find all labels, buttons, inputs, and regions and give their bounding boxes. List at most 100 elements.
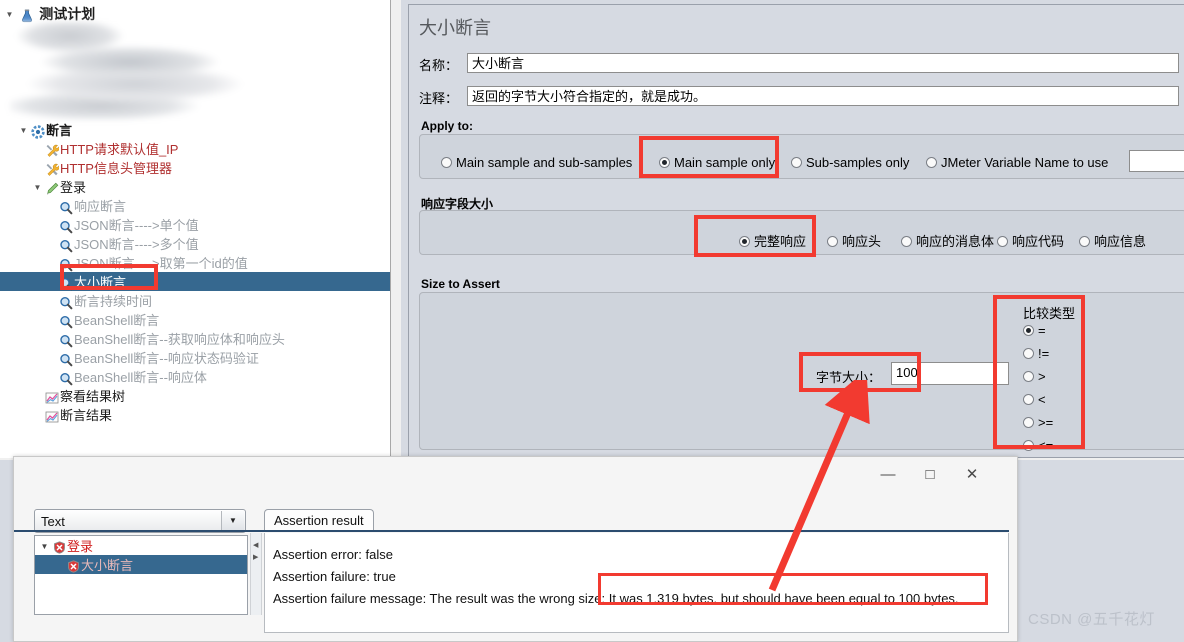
radio-compare-eq[interactable]: = — [1023, 323, 1113, 338]
radio-icon[interactable] — [1079, 236, 1090, 247]
twisty-expanded-icon[interactable]: ▼ — [38, 537, 51, 556]
radio-icon[interactable] — [926, 157, 937, 168]
tree-item-duration-assertion[interactable]: 断言持续时间 — [0, 291, 390, 310]
compare-type-option-list[interactable]: = != > < >= <= — [1023, 323, 1113, 461]
tree-item-size-assertion[interactable]: 大小断言 — [0, 272, 390, 291]
window-titlebar: — □ ✕ — [857, 457, 1017, 493]
tree-item-label: 断言持续时间 — [74, 294, 153, 310]
radio-icon[interactable] — [1023, 417, 1034, 428]
panel-splitter[interactable]: ◀ ▶ — [250, 533, 262, 615]
tree-item-content: BeanShell断言--获取响应体和响应头 — [46, 331, 285, 347]
radio-label: Main sample and sub-samples — [456, 155, 633, 170]
size-to-assert-title: Size to Assert — [421, 277, 500, 291]
radio-response-headers[interactable]: 响应头 — [827, 231, 881, 250]
tree-item-view-results-tree[interactable]: 察看结果树 — [0, 386, 390, 405]
radio-icon[interactable] — [791, 157, 802, 168]
result-tabstrip[interactable]: Assertion result — [264, 509, 1009, 532]
config-wrench-icon — [43, 140, 60, 159]
radio-icon[interactable] — [1023, 371, 1034, 382]
tree-item-beanshell-assertion[interactable]: BeanShell断言 — [0, 310, 390, 329]
result-tree-item-size-assertion[interactable]: 大小断言 — [35, 555, 247, 574]
radio-icon[interactable] — [827, 236, 838, 247]
comment-input[interactable]: 返回的字节大小符合指定的，就是成功。 — [467, 86, 1179, 106]
render-format-value: Text — [41, 514, 65, 529]
tab-underline — [14, 530, 1009, 532]
radio-label: JMeter Variable Name to use — [941, 155, 1109, 170]
assertion-results-window: — □ ✕ Text ▼ ▼ 登录 大小断言 ◀ ▶ Assertion resul… — [13, 456, 1018, 642]
tree-item-beanshell-body-headers[interactable]: BeanShell断言--获取响应体和响应头 — [0, 329, 390, 348]
tree-item-content: BeanShell断言 — [46, 312, 159, 328]
minimize-icon[interactable]: — — [877, 465, 899, 485]
radio-compare-gt[interactable]: > — [1023, 369, 1113, 384]
radio-main-sample-only[interactable]: Main sample only — [659, 155, 775, 170]
twisty-expanded-icon[interactable]: ▼ — [18, 121, 29, 140]
splitter-right-arrow-icon[interactable]: ▶ — [253, 553, 258, 561]
assertion-magnifier-icon — [57, 292, 74, 311]
tree-item-label: BeanShell断言--响应状态码验证 — [74, 351, 259, 367]
radio-main-and-sub-samples[interactable]: Main sample and sub-samples — [441, 155, 632, 170]
radio-icon[interactable] — [659, 157, 670, 168]
radio-full-response[interactable]: 完整响应 — [739, 231, 806, 250]
radio-response-body[interactable]: 响应的消息体 — [901, 231, 994, 250]
csdn-watermark: CSDN @五千花灯 — [1028, 611, 1155, 628]
assertion-magnifier-icon — [57, 254, 74, 273]
twisty-expanded-icon[interactable]: ▼ — [32, 178, 43, 197]
result-tree[interactable]: ▼ 登录 大小断言 — [34, 535, 248, 615]
tree-item-json-assertion-first-id[interactable]: JSON断言---->取第一个id的值 — [0, 253, 390, 272]
radio-icon[interactable] — [1023, 348, 1034, 359]
assertion-magnifier-icon — [57, 235, 74, 254]
radio-icon[interactable] — [901, 236, 912, 247]
radio-response-message[interactable]: 响应信息 — [1079, 231, 1146, 250]
byte-size-input[interactable]: 100 — [891, 362, 1009, 385]
tree-item-label: HTTP请求默认值_IP — [60, 142, 179, 158]
tree-item-json-assertion-multi[interactable]: JSON断言---->多个值 — [0, 234, 390, 253]
tab-assertion-result[interactable]: Assertion result — [264, 509, 374, 532]
chevron-down-icon[interactable]: ▼ — [221, 511, 244, 531]
splitter-left-arrow-icon[interactable]: ◀ — [253, 541, 258, 549]
radio-label: 响应的消息体 — [916, 234, 995, 249]
tree-item-test-plan[interactable]: ▼ 测试计划 — [4, 4, 96, 23]
jmeter-variable-name-input[interactable] — [1129, 150, 1184, 172]
tree-item-login-sampler[interactable]: ▼ 登录 — [0, 177, 390, 196]
radio-compare-le[interactable]: <= — [1023, 438, 1113, 453]
radio-compare-lt[interactable]: < — [1023, 392, 1113, 407]
failed-assertion-icon — [65, 556, 81, 575]
compare-type-title: 比较类型 — [1023, 306, 1076, 321]
result-tree-item-login[interactable]: ▼ 登录 — [35, 536, 247, 555]
close-icon[interactable]: ✕ — [961, 465, 983, 485]
apply-to-group: Apply to: Main sample and sub-samples Ma… — [419, 119, 1184, 179]
tree-item-http-request-defaults[interactable]: HTTP请求默认值_IP — [0, 139, 390, 158]
radio-icon[interactable] — [1023, 394, 1034, 405]
maximize-icon[interactable]: □ — [919, 465, 941, 485]
config-wrench-icon — [43, 159, 60, 178]
tree-item-json-assertion-single[interactable]: JSON断言---->单个值 — [0, 215, 390, 234]
tree-item-assertions-group[interactable]: ▼ 断言 — [0, 120, 390, 139]
radio-response-code[interactable]: 响应代码 — [997, 231, 1064, 250]
tree-item-list[interactable]: ▼ 断言 HTTP请求默认值_IP HTTP信息头管理器 ▼ 登录 响应断言 JSON断言--… — [0, 120, 390, 424]
radio-label: = — [1038, 323, 1046, 338]
tree-item-content: ▼ 登录 — [32, 178, 86, 197]
assertion-magnifier-icon — [57, 273, 74, 292]
tree-item-response-assertion[interactable]: 响应断言 — [0, 196, 390, 215]
radio-compare-ne[interactable]: != — [1023, 346, 1113, 361]
radio-jmeter-variable-name[interactable]: JMeter Variable Name to use — [926, 155, 1108, 170]
radio-icon[interactable] — [1023, 325, 1034, 336]
radio-label: 完整响应 — [754, 234, 807, 249]
tree-item-label: 响应断言 — [74, 199, 127, 215]
name-input[interactable]: 大小断言 — [467, 53, 1179, 73]
radio-sub-samples-only[interactable]: Sub-samples only — [791, 155, 909, 170]
radio-icon[interactable] — [1023, 440, 1034, 451]
radio-icon[interactable] — [441, 157, 452, 168]
radio-icon[interactable] — [997, 236, 1008, 247]
tree-item-assertion-results[interactable]: 断言结果 — [0, 405, 390, 424]
tree-item-beanshell-response-body[interactable]: BeanShell断言--响应体 — [0, 367, 390, 386]
tree-item-http-header-manager[interactable]: HTTP信息头管理器 — [0, 158, 390, 177]
radio-icon[interactable] — [739, 236, 750, 247]
test-plan-tree-panel[interactable]: ▼ 测试计划 ▼ 断言 HTTP请求默认值_IP HTTP信息头管理器 ▼ 登录 响应断言 J… — [0, 0, 391, 458]
tree-item-content: HTTP请求默认值_IP — [32, 140, 179, 159]
radio-label: 响应代码 — [1012, 234, 1065, 249]
tree-item-beanshell-status-code[interactable]: BeanShell断言--响应状态码验证 — [0, 348, 390, 367]
radio-compare-ge[interactable]: >= — [1023, 415, 1113, 430]
byte-size-label: 字节大小： — [816, 370, 882, 385]
response-field-size-group: 响应字段大小 完整响应 响应头 响应的消息体 响应代码 响应信息 — [419, 195, 1184, 257]
